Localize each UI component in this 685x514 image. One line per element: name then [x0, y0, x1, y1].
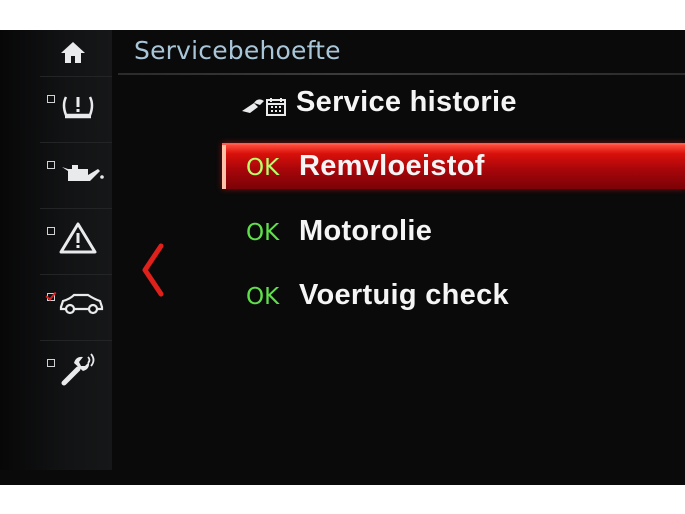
sidebar-checkbox-checked — [47, 293, 55, 301]
service-history-icon — [240, 95, 288, 121]
sidebar-checkbox — [47, 359, 55, 367]
sidebar-checkbox — [47, 227, 55, 235]
sidebar-item-oil[interactable] — [40, 142, 112, 207]
idrive-screen: Servicebehoefte Service historie OK Remv… — [0, 30, 685, 485]
back-button[interactable] — [137, 242, 167, 298]
chevron-left-icon — [142, 243, 164, 297]
oil-can-icon — [58, 155, 104, 191]
menu-item-label: Service historie — [296, 86, 517, 118]
sidebar — [0, 30, 112, 470]
page-title: Servicebehoefte — [134, 36, 341, 65]
warning-triangle-icon — [58, 221, 98, 259]
menu-item-brake-fluid[interactable]: OK Remvloeistof — [222, 143, 685, 189]
sidebar-checkbox — [47, 161, 55, 169]
header-divider — [118, 73, 685, 75]
menu-item-vehicle-check[interactable]: OK Voertuig check — [222, 274, 685, 320]
sidebar-item-tire-pressure[interactable] — [40, 76, 112, 141]
status-badge: OK — [246, 284, 280, 310]
status-badge: OK — [246, 220, 280, 246]
home-icon — [61, 42, 85, 63]
status-badge: OK — [246, 155, 280, 181]
menu-item-label: Motorolie — [299, 215, 433, 247]
tire-pressure-icon — [58, 89, 98, 125]
menu-item-service-history[interactable]: Service historie — [240, 82, 685, 128]
sidebar-item-vehicle[interactable] — [40, 274, 112, 339]
car-icon — [58, 287, 104, 321]
sidebar-home-button[interactable] — [38, 30, 108, 74]
sidebar-checkbox — [47, 95, 55, 103]
menu-item-engine-oil[interactable]: OK Motorolie — [222, 210, 685, 256]
wrench-icon — [58, 353, 98, 391]
menu-item-label: Remvloeistof — [299, 150, 485, 182]
sidebar-item-service[interactable] — [40, 340, 112, 405]
sidebar-item-warnings[interactable] — [40, 208, 112, 273]
header: Servicebehoefte — [118, 30, 685, 75]
menu-item-label: Voertuig check — [299, 279, 509, 311]
